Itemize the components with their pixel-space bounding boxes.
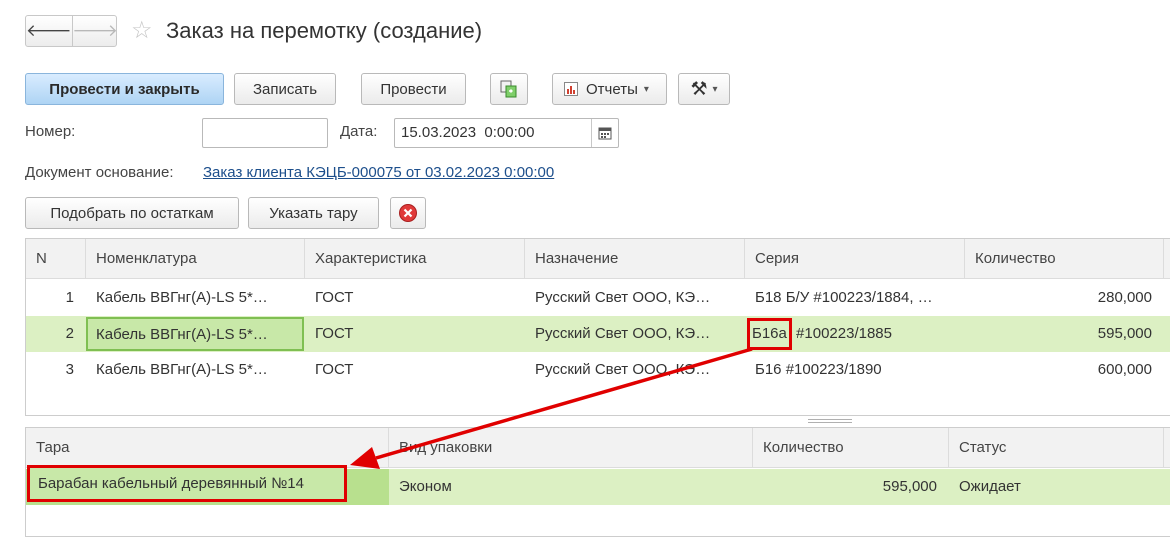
annotation-arrow-icon xyxy=(350,347,753,469)
